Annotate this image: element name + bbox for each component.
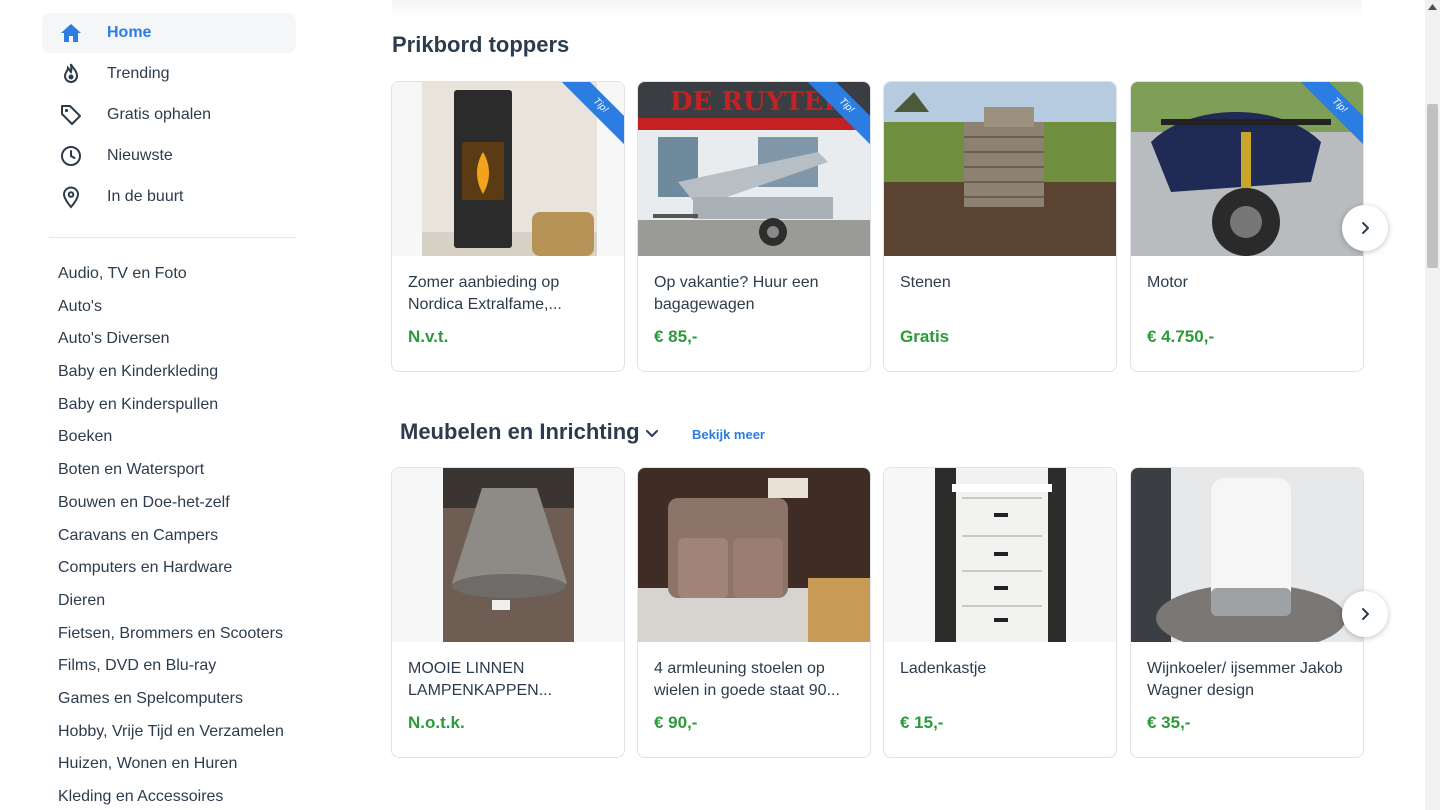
category-list: Audio, TV en Foto Auto's Auto's Diversen… (58, 264, 284, 810)
listing-title: Stenen (900, 274, 951, 291)
drawer-cabinet-photo (884, 468, 1116, 642)
chevron-down-icon[interactable] (644, 425, 660, 441)
listing-price: N.v.t. (408, 327, 449, 346)
wine-cooler-photo (1131, 468, 1363, 642)
listing-title: Wijnkoeler/ ijsemmer Jakob Wagner design (1147, 660, 1343, 699)
listing-title: Motor (1147, 274, 1188, 291)
listing-card[interactable]: MOOIE LINNEN LAMPENKAPPEN... N.o.t.k. (391, 467, 625, 758)
nav-home[interactable]: Home (42, 13, 296, 53)
listing-price: N.o.t.k. (408, 713, 465, 732)
listing-price: € 35,- (1147, 713, 1191, 732)
category-item[interactable]: Baby en Kinderspullen (58, 395, 284, 428)
carousel-next-button[interactable] (1342, 591, 1388, 637)
home-icon (61, 24, 81, 42)
top-fade (392, 0, 1362, 18)
sidebar: Home Trending Gratis ophalen Nieuwste In… (0, 0, 320, 810)
section-title-prikbord: Prikbord toppers (392, 32, 570, 57)
nav-gratis-ophalen[interactable]: Gratis ophalen (42, 95, 296, 135)
nav-nieuwste[interactable]: Nieuwste (42, 136, 296, 176)
nav-trending-label: Trending (107, 65, 170, 82)
category-item[interactable]: Audio, TV en Foto (58, 264, 284, 297)
category-item[interactable]: Bouwen en Doe-het-zelf (58, 493, 284, 526)
scrollbar-thumb[interactable] (1427, 104, 1438, 268)
category-item[interactable]: Films, DVD en Blu-ray (58, 656, 284, 689)
scroll-up-icon[interactable] (1428, 4, 1437, 10)
listing-card[interactable]: 4 armleuning stoelen op wielen in goede … (637, 467, 871, 758)
listing-price: € 15,- (900, 713, 944, 732)
listing-price: € 90,- (654, 713, 698, 732)
category-item[interactable]: Fietsen, Brommers en Scooters (58, 624, 284, 657)
listing-title: Zomer aanbieding op Nordica Extralfame,.… (408, 274, 562, 313)
nav-in-de-buurt[interactable]: In de buurt (42, 177, 296, 217)
category-item[interactable]: Kleding en Accessoires (58, 787, 284, 810)
category-item[interactable]: Auto's (58, 297, 284, 330)
category-item[interactable]: Boeken (58, 427, 284, 460)
listing-title: MOOIE LINNEN LAMPENKAPPEN... (408, 660, 553, 699)
nav-gratis-ophalen-label: Gratis ophalen (107, 106, 212, 123)
category-item[interactable]: Caravans en Campers (58, 526, 284, 559)
location-pin-icon (62, 186, 80, 209)
category-item[interactable]: Hobby, Vrije Tijd en Verzamelen (58, 722, 284, 755)
listing-price: Gratis (900, 327, 950, 346)
chevron-right-icon (1362, 222, 1369, 234)
bekijk-meer-link[interactable]: Bekijk meer (692, 427, 765, 442)
listing-card[interactable]: Tip! Motor € 4.750,- (1130, 81, 1364, 372)
listing-card[interactable]: Tip! Zomer aanbieding op Nordica Extralf… (391, 81, 625, 372)
category-item[interactable]: Boten en Watersport (58, 460, 284, 493)
listing-card[interactable]: Wijnkoeler/ ijsemmer Jakob Wagner design… (1130, 467, 1364, 758)
carousel-next-button[interactable] (1342, 205, 1388, 251)
listing-price: € 4.750,- (1147, 327, 1215, 346)
listing-card[interactable]: Ladenkastje € 15,- (883, 467, 1117, 758)
nav-home-label: Home (107, 24, 152, 41)
nav-in-de-buurt-label: In de buurt (107, 188, 184, 205)
category-item[interactable]: Dieren (58, 591, 284, 624)
chevron-right-icon (1362, 608, 1369, 620)
lampshade-photo (392, 468, 624, 642)
bricks-photo (884, 82, 1116, 256)
listing-title: Op vakantie? Huur een bagagewagen (654, 274, 819, 313)
section-title-meubelen[interactable]: Meubelen en Inrichting (400, 419, 640, 445)
nav-nieuwste-label: Nieuwste (107, 147, 173, 164)
tag-icon (61, 105, 81, 125)
category-item[interactable]: Games en Spelcomputers (58, 689, 284, 722)
listing-price: € 85,- (654, 327, 698, 346)
category-item[interactable]: Baby en Kinderkleding (58, 362, 284, 395)
flame-icon (63, 63, 79, 83)
listing-card[interactable]: Stenen Gratis (883, 81, 1117, 372)
category-item[interactable]: Huizen, Wonen en Huren (58, 754, 284, 787)
category-item[interactable]: Computers en Hardware (58, 558, 284, 591)
armchairs-photo (638, 468, 870, 642)
nav-trending[interactable]: Trending (42, 54, 296, 94)
sidebar-divider (49, 237, 296, 238)
category-item[interactable]: Auto's Diversen (58, 329, 284, 362)
listing-title: 4 armleuning stoelen op wielen in goede … (654, 660, 840, 699)
clock-icon (61, 146, 81, 166)
listing-card[interactable]: DE RUYTER Tip! Op vakantie? Huur een bag… (637, 81, 871, 372)
page-scrollbar[interactable] (1425, 0, 1440, 810)
listing-title: Ladenkastje (900, 660, 987, 677)
